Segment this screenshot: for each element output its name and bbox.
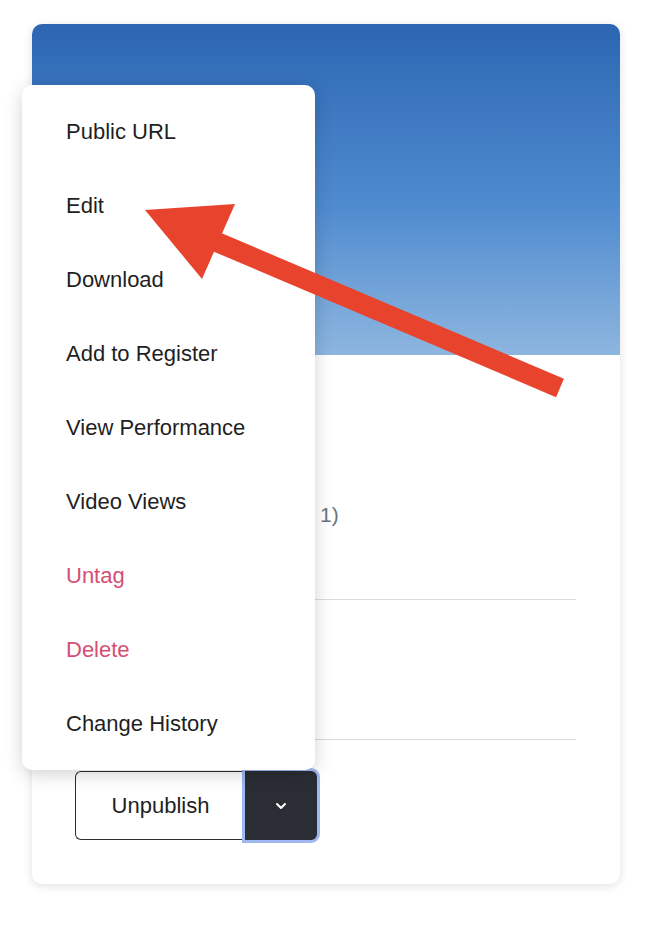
- menu-item[interactable]: View Performance: [22, 391, 315, 465]
- dropdown-menu: Public URLEditDownloadAdd to RegisterVie…: [22, 85, 315, 770]
- chevron-down-icon: [274, 801, 288, 811]
- unpublish-button[interactable]: Unpublish: [75, 771, 245, 840]
- annotation-arrow-icon: [0, 0, 660, 926]
- menu-item[interactable]: Delete: [22, 613, 315, 687]
- menu-item[interactable]: Video Views: [22, 465, 315, 539]
- menu-item[interactable]: Download: [22, 243, 315, 317]
- menu-item[interactable]: Edit: [22, 169, 315, 243]
- menu-item[interactable]: Untag: [22, 539, 315, 613]
- menu-item[interactable]: Public URL: [22, 95, 315, 169]
- dropdown-toggle[interactable]: [245, 771, 317, 840]
- detail-text: 1): [320, 503, 339, 527]
- page: 1)UnpublishPublic URLEditDownloadAdd to …: [0, 0, 660, 926]
- menu-item[interactable]: Add to Register: [22, 317, 315, 391]
- menu-item[interactable]: Change History: [22, 687, 315, 761]
